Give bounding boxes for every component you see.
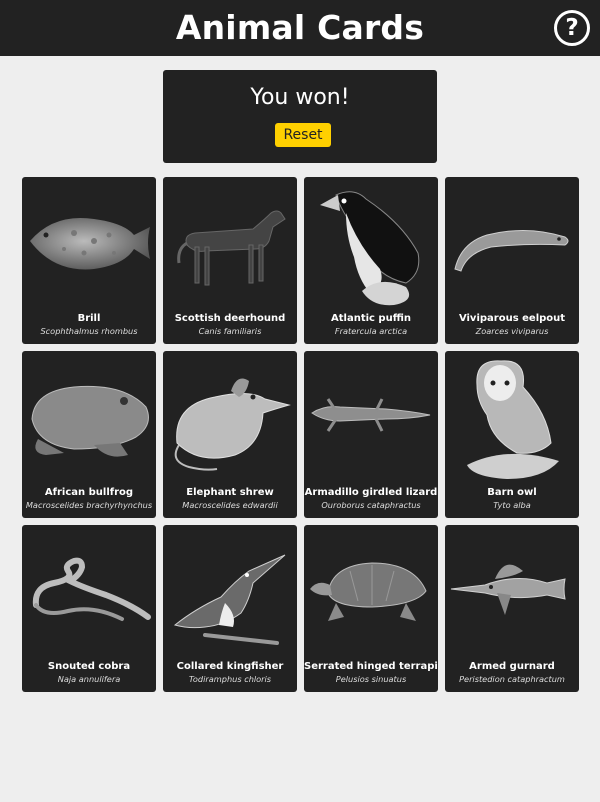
card-name: Armadillo girdled lizard (304, 487, 438, 498)
card-scientific-name: Zoarces viviparus (475, 326, 549, 336)
card-scientific-name: Macroscelides brachyrhynchus (25, 500, 153, 510)
terrapin-icon (310, 562, 427, 621)
card-name: Brill (77, 313, 101, 324)
animal-card[interactable]: Atlantic puffin Fratercula arctica (304, 177, 438, 344)
card-name: Atlantic puffin (331, 313, 411, 324)
card-scientific-name: Canis familiaris (198, 326, 262, 336)
card-scientific-name: Todiramphus chloris (188, 674, 272, 684)
card-name: Serrated hinged terrapin (304, 661, 438, 672)
puffin-icon (320, 191, 420, 306)
card-name: Viviparous eelpout (458, 313, 566, 324)
card-name: Elephant shrew (186, 487, 274, 498)
help-icon: ? (565, 15, 579, 41)
card-scientific-name: Tyto alba (493, 500, 531, 510)
gurnard-icon (450, 564, 566, 615)
eelpout-icon (454, 229, 569, 272)
card-name: Barn owl (487, 487, 537, 498)
lizard-icon (311, 398, 431, 432)
animal-card[interactable]: Barn owl Tyto alba (445, 351, 579, 518)
card-name: Scottish deerhound (174, 313, 286, 324)
bullfrog-icon (31, 385, 149, 457)
animal-card[interactable]: Collared kingfisher Todiramphus chloris (163, 525, 297, 692)
status-message: You won! (250, 85, 350, 110)
brill-icon (30, 217, 150, 270)
animal-card[interactable]: Serrated hinged terrapin Pelusios sinuat… (304, 525, 438, 692)
animal-card[interactable]: Scottish deerhound Canis familiaris (163, 177, 297, 344)
status-panel: You won! Reset (163, 70, 437, 163)
app-title: Animal Cards (175, 8, 425, 47)
animal-card[interactable]: Armed gurnard Peristedion cataphractum (445, 525, 579, 692)
card-scientific-name: Naja annulifera (57, 674, 121, 684)
app-header: Animal Cards ? (0, 0, 600, 56)
card-scientific-name: Pelusios sinuatus (335, 674, 407, 684)
reset-button[interactable]: Reset (275, 123, 331, 147)
shrew-icon (174, 378, 291, 471)
card-scientific-name: Ouroborus cataphractus (321, 500, 421, 510)
animal-card[interactable]: Armadillo girdled lizard Ouroborus catap… (304, 351, 438, 518)
card-scientific-name: Fratercula arctica (334, 326, 408, 336)
card-name: Collared kingfisher (176, 661, 284, 672)
card-name: African bullfrog (44, 487, 134, 498)
animal-card[interactable]: Brill Scophthalmus rhombus (22, 177, 156, 344)
card-name: Armed gurnard (469, 661, 555, 672)
deerhound-icon (177, 210, 286, 286)
animal-card[interactable]: Viviparous eelpout Zoarces viviparus (445, 177, 579, 344)
owl-icon (467, 360, 559, 479)
cobra-icon (32, 557, 151, 621)
card-grid: Brill Scophthalmus rhombus Scottish deer… (22, 177, 579, 692)
card-scientific-name: Scophthalmus rhombus (40, 326, 138, 336)
card-name: Snouted cobra (47, 661, 131, 672)
animal-card[interactable]: Elephant shrew Macroscelides edwardii (163, 351, 297, 518)
help-button[interactable]: ? (554, 10, 590, 46)
animal-card[interactable]: African bullfrog Macroscelides brachyrhy… (22, 351, 156, 518)
card-scientific-name: Macroscelides edwardii (182, 500, 278, 510)
animal-card[interactable]: Snouted cobra Naja annulifera (22, 525, 156, 692)
card-scientific-name: Peristedion cataphractum (459, 674, 565, 684)
kingfisher-icon (173, 554, 286, 645)
